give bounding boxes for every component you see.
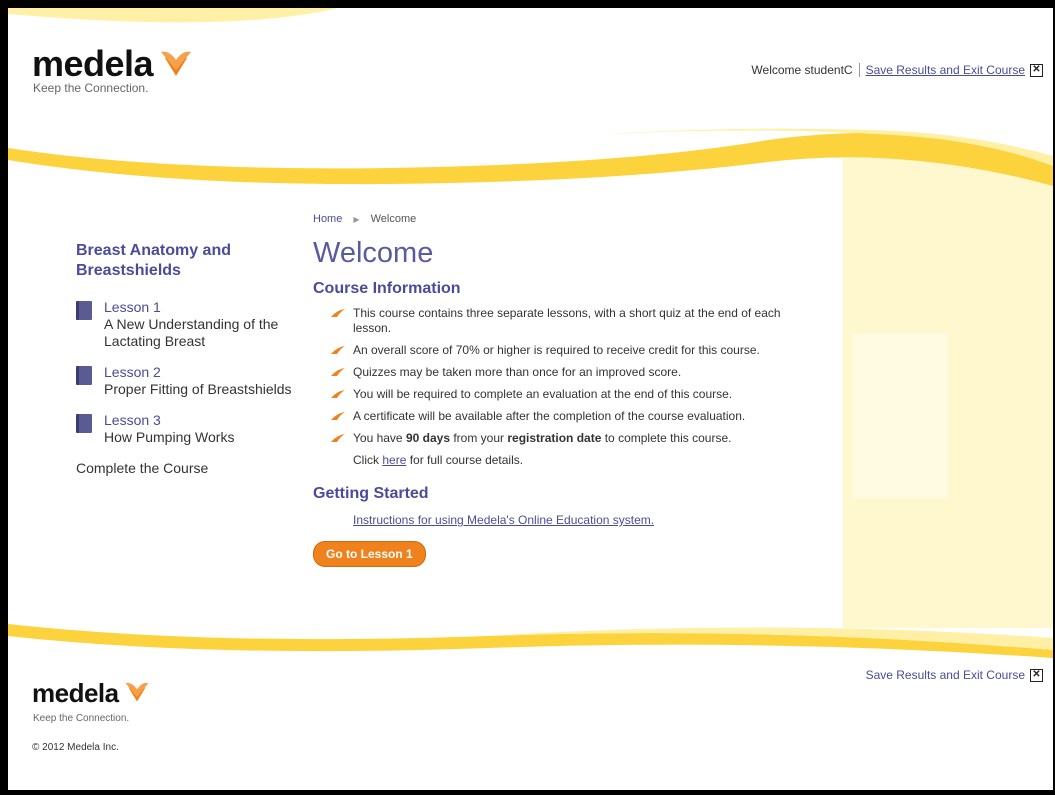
go-to-lesson-1-button[interactable]: Go to Lesson 1 [313,541,426,567]
orange-arrow-bullet-icon [331,390,345,398]
bullet-text-pre: You have [353,431,406,445]
bullet-text: You will be required to complete an eval… [353,387,733,401]
bullet-text: This course contains three separate less… [353,306,781,335]
medela-flower-icon [125,682,149,702]
lesson-title[interactable]: A New Understanding of the Lactating Bre… [104,316,296,350]
sidebar-lesson-1[interactable]: Lesson 1 A New Understanding of the Lact… [76,299,296,350]
sidebar-lesson-3[interactable]: Lesson 3 How Pumping Works [76,412,296,446]
page-frame: medela Keep the Connection. Welcome stud… [8,8,1053,790]
copyright: © 2012 Medela Inc. [32,742,119,753]
footer-save-exit-link[interactable]: Save Results and Exit Course [866,668,1025,682]
close-box-icon[interactable]: ✕ [1030,668,1043,682]
click-pre: Click [353,453,383,467]
orange-arrow-bullet-icon [331,412,345,420]
header-logo[interactable]: medela [32,46,193,82]
orange-arrow-bullet-icon [331,309,345,317]
orange-arrow-bullet-icon [331,346,345,354]
footer-wave [8,624,1053,658]
header-wave [8,128,1053,186]
course-details-link[interactable]: here [382,453,406,467]
lesson-title[interactable]: Proper Fitting of Breastshields [104,381,292,398]
lesson-title[interactable]: How Pumping Works [104,429,234,446]
bullet-text: Quizzes may be taken more than once for … [353,365,682,379]
footer-brand-wordmark: medela [32,678,119,708]
lesson-number[interactable]: Lesson 3 [104,412,234,429]
breadcrumb-current: Welcome [370,213,417,225]
bullet-registration: registration date [507,431,602,445]
course-info-list: This course contains three separate less… [313,306,793,446]
save-exit-link[interactable]: Save Results and Exit Course [866,63,1025,77]
list-item: You have 90 days from your registration … [331,431,793,446]
instructions-link[interactable]: Instructions for using Medela's Online E… [353,513,654,527]
top-wave [8,8,338,23]
orange-arrow-bullet-icon [331,434,345,442]
list-item: An overall score of 70% or higher is req… [331,343,793,358]
bullet-text: An overall score of 70% or higher is req… [353,343,760,357]
right-panel-inner [853,333,948,498]
list-item: Quizzes may be taken more than once for … [331,365,793,380]
medela-flower-icon [161,51,192,76]
right-yellow-panel [843,158,1053,628]
bullet-text-mid: from your [450,431,508,445]
course-details-line: Click here for full course details. [313,453,793,467]
list-item: This course contains three separate less… [331,306,793,336]
course-sidebar: Breast Anatomy and Breastshields Lesson … [76,241,296,476]
page-title: Welcome [313,237,434,269]
welcome-text: Welcome studentC [751,63,853,77]
bullet-text-post: to complete this course. [601,431,732,445]
sidebar-lesson-2[interactable]: Lesson 2 Proper Fitting of Breastshields [76,364,296,398]
book-icon [76,414,92,433]
book-icon [76,366,92,385]
header-tagline: Keep the Connection. [33,81,149,95]
breadcrumb-home[interactable]: Home [313,213,342,225]
click-post: for full course details. [406,453,524,467]
header-user-area: Welcome studentC Save Results and Exit C… [751,63,1043,77]
main-content: Home ▶ Welcome Welcome Course Informatio… [313,213,793,567]
close-box-icon[interactable]: ✕ [1030,63,1043,77]
complete-course-link[interactable]: Complete the Course [76,460,296,476]
instructions-row: Instructions for using Medela's Online E… [313,513,793,527]
footer-tagline: Keep the Connection. [33,713,130,724]
breadcrumb: Home ▶ Welcome [313,213,793,225]
course-info-heading: Course Information [313,280,461,297]
footer-exit-area: Save Results and Exit Course ✕ [866,668,1043,682]
breadcrumb-arrow-icon: ▶ [353,215,360,224]
lesson-number[interactable]: Lesson 1 [104,299,296,316]
bullet-text: A certificate will be available after th… [353,409,746,423]
header-separator [858,63,860,77]
orange-arrow-bullet-icon [331,368,345,376]
book-icon [76,301,92,320]
bullet-days: 90 days [405,431,450,445]
footer-logo[interactable]: medela [32,680,150,706]
getting-started-heading: Getting Started [313,485,429,502]
brand-wordmark: medela [32,43,154,84]
lesson-number[interactable]: Lesson 2 [104,364,292,381]
course-title: Breast Anatomy and Breastshields [76,242,231,279]
list-item: A certificate will be available after th… [331,409,793,424]
list-item: You will be required to complete an eval… [331,387,793,402]
